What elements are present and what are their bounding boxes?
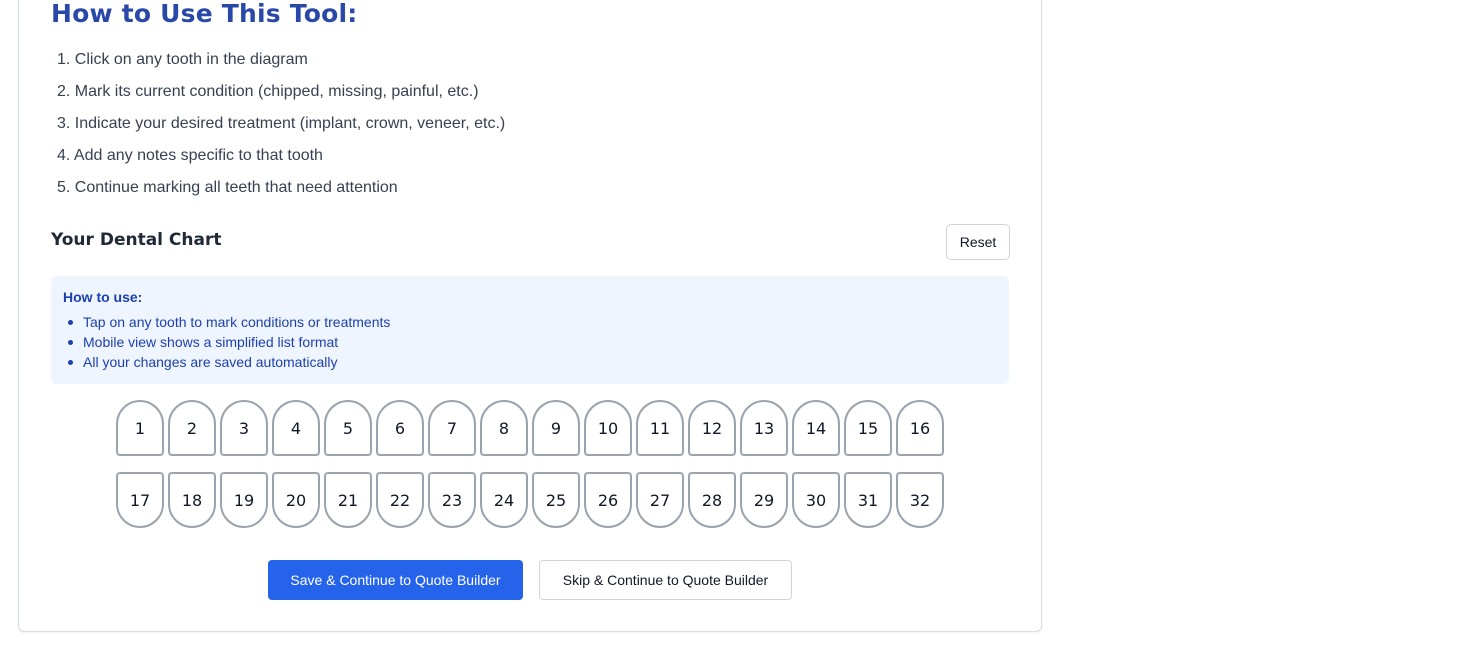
- tooth-19[interactable]: 19: [220, 472, 268, 528]
- instruction-step: 4. Add any notes specific to that tooth: [57, 147, 323, 164]
- tooth-14[interactable]: 14: [792, 400, 840, 456]
- tooth-15[interactable]: 15: [844, 400, 892, 456]
- skip-continue-button[interactable]: Skip & Continue to Quote Builder: [539, 560, 792, 600]
- help-list: Tap on any tooth to mark conditions or t…: [67, 313, 390, 373]
- tooth-2[interactable]: 2: [168, 400, 216, 456]
- tooth-29[interactable]: 29: [740, 472, 788, 528]
- upper-teeth-row: 1 2 3 4 5 6 7 8 9 10 11 12 13 14 15 16: [116, 400, 944, 456]
- tooth-32[interactable]: 32: [896, 472, 944, 528]
- instruction-step: 5. Continue marking all teeth that need …: [57, 179, 398, 196]
- tooth-28[interactable]: 28: [688, 472, 736, 528]
- tooth-10[interactable]: 10: [584, 400, 632, 456]
- tooth-4[interactable]: 4: [272, 400, 320, 456]
- tooth-31[interactable]: 31: [844, 472, 892, 528]
- help-item: Mobile view shows a simplified list form…: [67, 333, 390, 353]
- help-item: All your changes are saved automatically: [67, 353, 390, 373]
- tooth-1[interactable]: 1: [116, 400, 164, 456]
- tooth-9[interactable]: 9: [532, 400, 580, 456]
- tooth-21[interactable]: 21: [324, 472, 372, 528]
- instructions-list: 1. Click on any tooth in the diagram 2. …: [57, 49, 505, 209]
- reset-button[interactable]: Reset: [946, 224, 1010, 260]
- dental-tool-card: How to Use This Tool: 1. Click on any to…: [18, 0, 1042, 632]
- tooth-30[interactable]: 30: [792, 472, 840, 528]
- tooth-12[interactable]: 12: [688, 400, 736, 456]
- lower-teeth-row: 17 18 19 20 21 22 23 24 25 26 27 28 29 3…: [116, 472, 944, 528]
- instruction-step: 1. Click on any tooth in the diagram: [57, 51, 308, 68]
- help-item: Tap on any tooth to mark conditions or t…: [67, 313, 390, 333]
- tooth-7[interactable]: 7: [428, 400, 476, 456]
- tooth-8[interactable]: 8: [480, 400, 528, 456]
- instruction-step: 2. Mark its current condition (chipped, …: [57, 83, 479, 100]
- tooth-17[interactable]: 17: [116, 472, 164, 528]
- tooth-26[interactable]: 26: [584, 472, 632, 528]
- tooth-22[interactable]: 22: [376, 472, 424, 528]
- tooth-13[interactable]: 13: [740, 400, 788, 456]
- tooth-16[interactable]: 16: [896, 400, 944, 456]
- tooth-20[interactable]: 20: [272, 472, 320, 528]
- tooth-25[interactable]: 25: [532, 472, 580, 528]
- tooth-27[interactable]: 27: [636, 472, 684, 528]
- tooth-23[interactable]: 23: [428, 472, 476, 528]
- tooth-3[interactable]: 3: [220, 400, 268, 456]
- help-title: How to use:: [63, 289, 143, 305]
- save-continue-button[interactable]: Save & Continue to Quote Builder: [268, 560, 523, 600]
- tooth-6[interactable]: 6: [376, 400, 424, 456]
- help-box: How to use: Tap on any tooth to mark con…: [51, 276, 1009, 384]
- instructions-title: How to Use This Tool:: [51, 0, 358, 28]
- dental-chart-title: Your Dental Chart: [51, 230, 222, 250]
- tooth-18[interactable]: 18: [168, 472, 216, 528]
- instruction-step: 3. Indicate your desired treatment (impl…: [57, 115, 506, 132]
- tooth-5[interactable]: 5: [324, 400, 372, 456]
- tooth-11[interactable]: 11: [636, 400, 684, 456]
- tooth-24[interactable]: 24: [480, 472, 528, 528]
